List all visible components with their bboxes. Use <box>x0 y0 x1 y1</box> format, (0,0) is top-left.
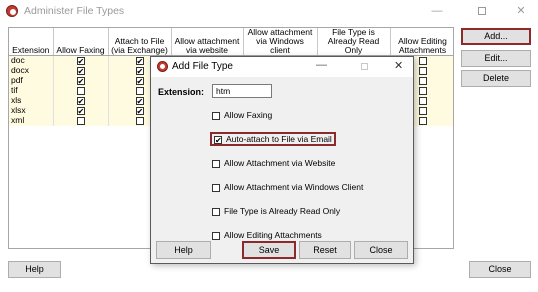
checkbox-cell: ✔ <box>53 55 109 66</box>
checkbox[interactable] <box>418 66 427 75</box>
checkbox[interactable] <box>418 116 427 125</box>
checkbox-cell: ✔ <box>53 95 109 106</box>
checkbox[interactable] <box>76 86 85 95</box>
option-auto-attach-email[interactable]: ✔ Auto-attach to File via Email <box>210 132 336 146</box>
dialog-app-logo-icon <box>157 61 168 72</box>
extension-cell: pdf <box>9 75 54 86</box>
option-label: File Type is Already Read Only <box>224 206 341 216</box>
checkbox[interactable] <box>418 86 427 95</box>
dialog-close-x-button[interactable]: ✕ <box>394 59 403 72</box>
checkbox[interactable] <box>212 207 220 216</box>
checkbox[interactable]: ✔ <box>76 57 85 66</box>
option-allow-website[interactable]: Allow Attachment via Website <box>212 156 335 170</box>
extension-cell: xml <box>9 115 54 126</box>
column-header-allow-windows-client[interactable]: Allow attachment via Windows client <box>243 28 318 56</box>
column-header-read-only[interactable]: File Type is Already Read Only <box>317 28 391 56</box>
close-button[interactable]: Close <box>469 261 531 278</box>
option-label: Allow Attachment via Website <box>224 158 336 168</box>
checkbox[interactable]: ✔ <box>135 106 144 115</box>
checkbox-cell <box>53 85 109 96</box>
column-header-allow-editing[interactable]: Allow Editing Attachments <box>390 28 453 56</box>
checkbox[interactable] <box>418 57 427 65</box>
dialog-title: Add File Type <box>172 61 233 72</box>
option-allow-editing[interactable]: Allow Editing Attachments <box>212 228 322 242</box>
checkbox[interactable]: ✔ <box>135 76 144 85</box>
dialog-save-button[interactable]: Save <box>242 241 296 259</box>
checkbox[interactable] <box>212 231 220 240</box>
add-button[interactable]: Add... <box>461 28 531 45</box>
extension-cell: doc <box>9 55 54 66</box>
extension-label: Extension: <box>158 87 205 97</box>
checkbox-cell <box>53 115 109 126</box>
checkbox[interactable] <box>212 159 220 168</box>
checkbox[interactable] <box>135 116 144 125</box>
extension-cell: xls <box>9 95 54 106</box>
extension-input[interactable]: htm <box>212 84 272 98</box>
column-header-allow-faxing[interactable]: Allow Faxing <box>53 28 109 56</box>
delete-button[interactable]: Delete <box>461 70 531 87</box>
dialog-minimize-button[interactable]: — <box>316 59 327 71</box>
checkbox-cell: ✔ <box>53 75 109 86</box>
table-header-row: Extension Allow Faxing Attach to File (v… <box>9 28 453 56</box>
dialog-reset-button[interactable]: Reset <box>299 241 351 259</box>
checkbox[interactable] <box>212 183 220 192</box>
extension-cell: docx <box>9 65 54 76</box>
checkbox[interactable]: ✔ <box>135 96 144 105</box>
checkbox[interactable] <box>135 86 144 95</box>
option-label: Allow Attachment via Windows Client <box>224 182 364 192</box>
checkbox-cell: ✔ <box>53 105 109 116</box>
extension-cell: xlsx <box>9 105 54 116</box>
checkbox[interactable]: ✔ <box>76 96 85 105</box>
option-label: Allow Faxing <box>224 110 273 120</box>
checkbox[interactable]: ✔ <box>76 106 85 115</box>
option-read-only[interactable]: File Type is Already Read Only <box>212 204 340 218</box>
add-file-type-dialog: Add File Type — ✕ Extension: htm Allow F… <box>150 56 414 264</box>
checkbox-cell: ✔ <box>53 65 109 76</box>
checkbox[interactable] <box>76 116 85 125</box>
option-label: Auto-attach to File via Email <box>226 134 332 144</box>
checkbox[interactable] <box>418 106 427 115</box>
dialog-title-bar: Add File Type — ✕ <box>151 57 413 77</box>
checkbox[interactable]: ✔ <box>135 57 144 66</box>
checkbox[interactable]: ✔ <box>76 76 85 85</box>
column-header-extension[interactable]: Extension <box>9 28 54 56</box>
checkbox[interactable]: ✔ <box>214 135 222 144</box>
extension-cell: tif <box>9 85 54 96</box>
column-header-attach-exchange[interactable]: Attach to File (via Exchange) <box>108 28 172 56</box>
dialog-help-button[interactable]: Help <box>156 241 211 259</box>
dialog-maximize-button[interactable] <box>361 63 368 70</box>
edit-button[interactable]: Edit... <box>461 50 531 67</box>
app-logo-icon <box>6 5 18 17</box>
checkbox[interactable] <box>418 96 427 105</box>
checkbox[interactable] <box>418 76 427 85</box>
checkbox[interactable] <box>212 111 220 120</box>
dialog-body: Extension: htm Allow Faxing ✔ Auto-attach… <box>151 77 413 263</box>
minimize-button[interactable]: — <box>428 3 446 19</box>
dialog-close-button[interactable]: Close <box>354 241 408 259</box>
checkbox[interactable]: ✔ <box>76 66 85 75</box>
help-button[interactable]: Help <box>8 261 61 278</box>
window-title: Administer File Types <box>24 5 125 17</box>
maximize-button[interactable] <box>473 3 491 19</box>
option-allow-windows-client[interactable]: Allow Attachment via Windows Client <box>212 180 363 194</box>
maximize-icon <box>478 7 486 16</box>
title-bar: Administer File Types — ✕ <box>0 0 538 22</box>
option-label: Allow Editing Attachments <box>224 230 322 240</box>
checkbox[interactable]: ✔ <box>135 66 144 75</box>
close-window-button[interactable]: ✕ <box>512 3 530 19</box>
option-allow-faxing[interactable]: Allow Faxing <box>212 108 272 122</box>
column-header-allow-website[interactable]: Allow attachment via website <box>171 28 244 56</box>
